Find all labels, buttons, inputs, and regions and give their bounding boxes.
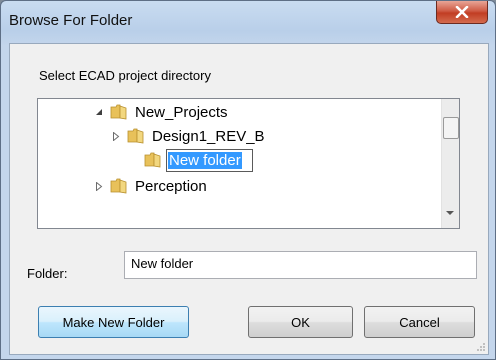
- tree-item-design1-rev-b[interactable]: Design1_REV_B: [111, 125, 265, 147]
- vertical-scrollbar[interactable]: [441, 99, 459, 228]
- collapsed-triangle-icon[interactable]: [111, 131, 121, 141]
- title-bar[interactable]: Browse For Folder: [1, 1, 495, 41]
- folder-field-label: Folder:: [27, 266, 68, 281]
- close-button[interactable]: [436, 1, 488, 24]
- dialog-body: Select ECAD project directory New_Projec…: [9, 43, 489, 355]
- folder-icon: [110, 104, 127, 120]
- cancel-button[interactable]: Cancel: [364, 306, 475, 338]
- collapsed-triangle-icon[interactable]: [94, 181, 104, 191]
- scrollbar-thumb[interactable]: [443, 117, 459, 139]
- prompt-text: Select ECAD project directory: [39, 68, 211, 83]
- tree-item-new-projects[interactable]: New_Projects: [94, 101, 228, 123]
- folder-icon: [144, 152, 161, 168]
- folder-tree[interactable]: New_Projects Design1_REV_B New folder Pe…: [37, 98, 460, 229]
- ok-button[interactable]: OK: [248, 306, 353, 338]
- tree-item-new-folder[interactable]: New folder: [144, 148, 253, 172]
- resize-grip-icon[interactable]: [476, 342, 486, 352]
- close-icon: [455, 6, 469, 18]
- tree-item-label: New_Projects: [135, 103, 228, 121]
- tree-item-perception[interactable]: Perception: [94, 175, 207, 197]
- expanded-triangle-icon[interactable]: [94, 107, 104, 117]
- rename-input[interactable]: New folder: [166, 148, 253, 172]
- tree-item-label: Design1_REV_B: [152, 127, 265, 145]
- folder-icon: [127, 128, 144, 144]
- tree-item-label: Perception: [135, 177, 207, 195]
- window-title: Browse For Folder: [9, 12, 133, 29]
- folder-icon: [110, 178, 127, 194]
- rename-selected-text: New folder: [168, 151, 242, 169]
- make-new-folder-button[interactable]: Make New Folder: [38, 306, 189, 338]
- folder-name-field[interactable]: New folder: [124, 251, 477, 279]
- browse-for-folder-dialog: Browse For Folder Select ECAD project di…: [0, 0, 496, 360]
- scroll-down-arrow-icon[interactable]: [446, 211, 454, 215]
